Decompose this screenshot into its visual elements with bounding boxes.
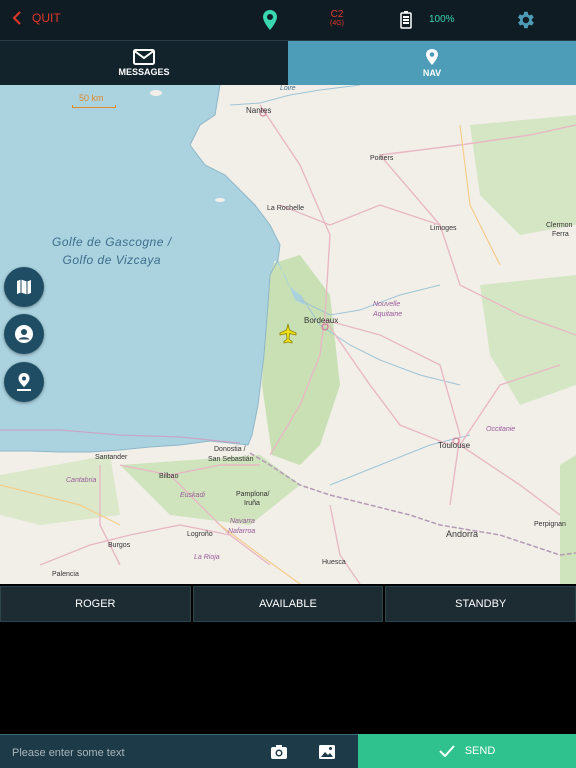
map-view[interactable]: 50 km Golfe de Gascogne / Golfo de Vizca… (0, 85, 576, 584)
map-label-logrono: Logroño (187, 531, 213, 538)
map-label-san-sebastian: San Sebastián (208, 456, 254, 463)
composer-bar: SEND (0, 734, 576, 768)
map-label-irunea: Iruña (244, 500, 260, 507)
my-location-button[interactable] (4, 362, 44, 402)
scale-bar (72, 105, 116, 108)
sea-label-line1: Golfe de Gascogne / (52, 235, 172, 249)
sea-label-line2: Golfo de Vizcaya (62, 253, 162, 267)
aircraft-position-marker[interactable] (279, 323, 297, 345)
user-icon (15, 325, 33, 343)
connection-sub: (4G) (330, 20, 344, 27)
battery-level: 100% (429, 14, 455, 25)
sea-label: Golfe de Gascogne / Golfo de Vizcaya (52, 233, 172, 269)
checkmark-icon (439, 745, 455, 757)
map-scale: 50 km (72, 93, 116, 108)
available-button[interactable]: AVAILABLE (192, 586, 384, 622)
gear-icon[interactable] (514, 9, 536, 31)
tab-bar: MESSAGES NAV (0, 41, 576, 85)
chevron-left-icon (12, 11, 21, 25)
map-label-euskadi: Euskadi (180, 492, 205, 499)
map-label-cantabria: Cantabria (66, 477, 97, 484)
map-label-burgos: Burgos (108, 542, 131, 549)
message-input-wrapper (0, 734, 358, 768)
top-bar: QUIT C2 (4G) 100% (0, 0, 576, 41)
connection-main: C2 (330, 9, 344, 20)
send-button[interactable]: SEND (358, 734, 576, 768)
map-label-nouvelle: Nouvelle (373, 301, 401, 308)
tab-messages[interactable]: MESSAGES (0, 41, 288, 85)
map-label-bordeaux: Bordeaux (304, 316, 339, 325)
map-label-santander: Santander (95, 454, 128, 461)
image-icon[interactable] (318, 744, 336, 760)
quit-button[interactable]: QUIT (12, 11, 61, 25)
map-label-bilbao: Bilbao (159, 473, 179, 480)
tab-messages-label: MESSAGES (118, 67, 170, 77)
map-label-limoges: Limoges (430, 225, 457, 232)
tab-nav[interactable]: NAV (288, 41, 576, 85)
envelope-icon (133, 49, 155, 65)
tab-nav-label: NAV (422, 68, 442, 78)
map-label-navarra: Navarra (230, 518, 255, 525)
map-label-poitiers: Poitiers (370, 155, 394, 162)
quick-reply-bar: ROGER AVAILABLE STANDBY (0, 586, 576, 622)
map-label-occitanie: Occitanie (486, 426, 516, 433)
map-pin-icon (426, 49, 438, 65)
location-marker-icon (17, 373, 31, 391)
battery-icon (400, 11, 412, 29)
scale-label: 50 km (79, 93, 104, 103)
quit-label: QUIT (32, 11, 61, 25)
map-label-donostia: Donostia / (214, 446, 246, 453)
map-label-aquitaine: Aquitaine (373, 311, 403, 318)
map-icon (17, 279, 31, 295)
map-label-la-rioja: La Rioja (194, 554, 220, 561)
map-label-la-rochelle: La Rochelle (267, 205, 304, 212)
location-pin-icon[interactable] (261, 9, 279, 31)
standby-button[interactable]: STANDBY (385, 586, 576, 622)
map-label-perpignan: Perpignan (534, 521, 566, 528)
send-label: SEND (464, 745, 496, 757)
map-label-pamplona: Pamplona/ (236, 491, 270, 498)
message-input[interactable] (10, 743, 254, 763)
contacts-button[interactable] (4, 314, 44, 354)
map-label-toulouse: Toulouse (438, 441, 471, 450)
camera-icon[interactable] (270, 744, 288, 760)
map-layers-button[interactable] (4, 267, 44, 307)
connection-status: C2 (4G) (330, 10, 344, 28)
map-label-nafarroa: Nafarroa (228, 528, 256, 535)
message-list (0, 622, 576, 734)
map-label-huesca: Huesca (322, 559, 346, 566)
map-label-palencia: Palencia (52, 571, 79, 578)
map-label-loire: Loire (280, 85, 296, 92)
map-label-ferrand: Ferra (552, 231, 569, 238)
map-label-andorra: Andorra (446, 529, 479, 539)
map-label-clermont: Clermon (546, 222, 573, 229)
map-label-nantes: Nantes (246, 106, 272, 115)
roger-button[interactable]: ROGER (0, 586, 191, 622)
